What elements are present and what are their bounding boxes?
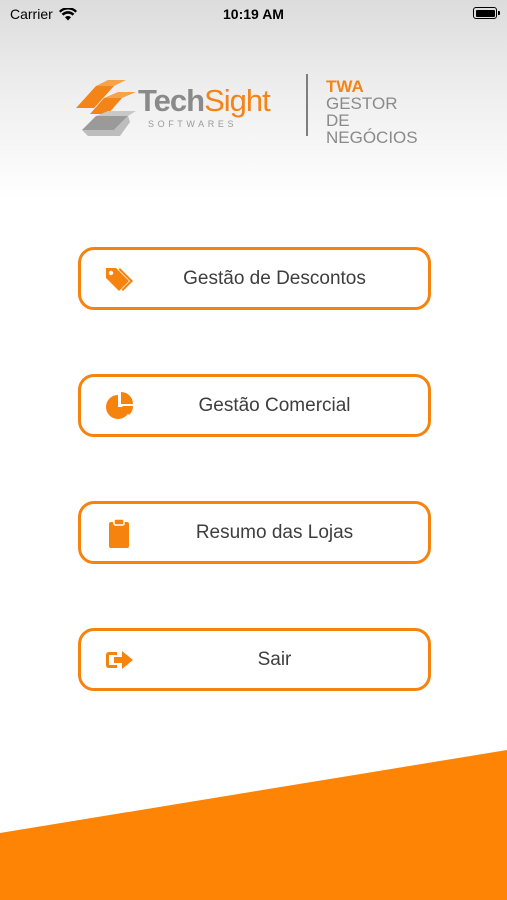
brand-name: TechSight — [138, 83, 271, 118]
brand-name-part1: Tech — [138, 83, 205, 118]
product-name-line1: TWA — [326, 77, 364, 96]
product-name-line3: DE NEGÓCIOS — [326, 111, 418, 147]
app-logo: TechSight SOFTWARES TWA GESTOR DE NEGÓCI… — [74, 72, 444, 146]
bottom-decoration — [0, 750, 507, 900]
brand-tagline: SOFTWARES — [148, 119, 238, 129]
status-time: 10:19 AM — [223, 6, 284, 22]
gestao-descontos-label: Gestão de Descontos — [183, 268, 366, 289]
status-bar: Carrier 10:19 AM — [0, 0, 507, 30]
battery-icon — [473, 7, 500, 19]
resumo-lojas-label: Resumo das Lojas — [195, 522, 354, 543]
resumo-lojas-button[interactable]: Resumo das Lojas — [78, 501, 431, 564]
product-name: TWA GESTOR DE NEGÓCIOS — [326, 78, 444, 146]
logo-divider — [306, 74, 308, 136]
product-name-line2: GESTOR — [326, 94, 398, 113]
sair-button[interactable]: Sair — [78, 628, 431, 691]
gestao-descontos-button[interactable]: Gestão de Descontos — [78, 247, 431, 310]
gestao-comercial-label: Gestão Comercial — [198, 395, 351, 416]
sair-label: Sair — [257, 649, 292, 670]
brand-name-part2: Sight — [204, 83, 271, 118]
techsight-logo-mark-icon — [76, 80, 136, 136]
gestao-comercial-button[interactable]: Gestão Comercial — [78, 374, 431, 437]
